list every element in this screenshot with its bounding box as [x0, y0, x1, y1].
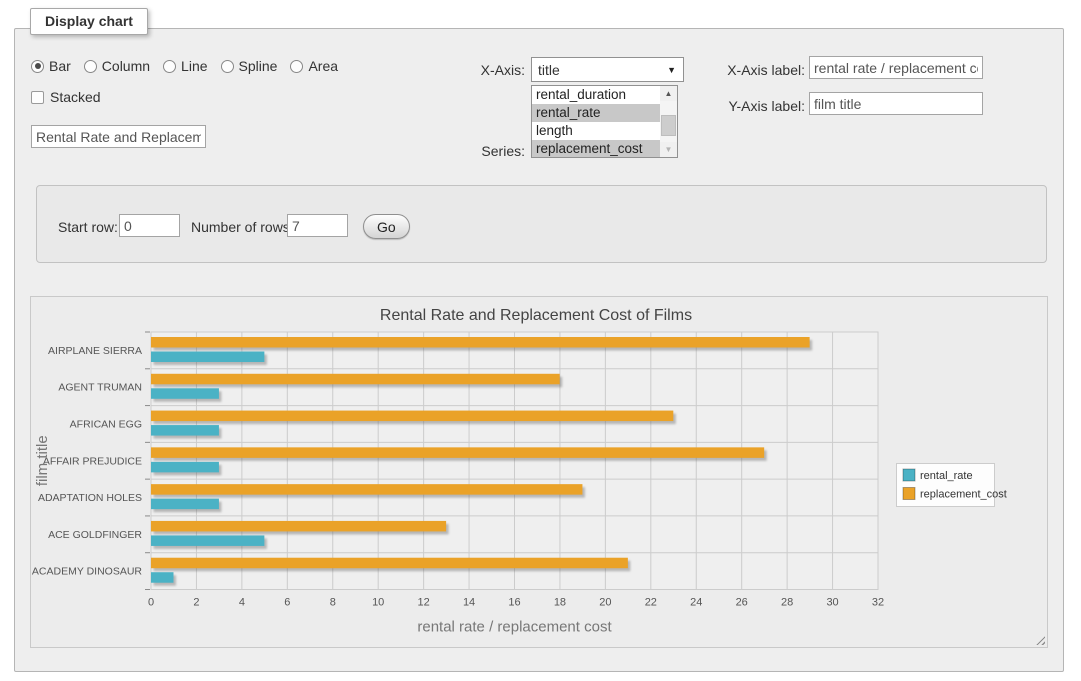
chart-type-option-label: Spline	[239, 58, 278, 74]
series-option-rental_duration[interactable]: rental_duration	[532, 86, 660, 104]
number-of-rows-label: Number of rows:	[191, 219, 294, 235]
x-tick-label: 32	[872, 597, 884, 609]
x-tick-label: 28	[781, 597, 793, 609]
chart-title: Rental Rate and Replacement Cost of Film…	[380, 307, 692, 324]
bar-rental_rate	[151, 572, 173, 583]
x-tick-label: 0	[148, 597, 154, 609]
start-row-input[interactable]	[119, 214, 180, 237]
chart-container: AIRPLANE SIERRA AGENT TRUMAN AFRICAN EGG AF…	[30, 296, 1048, 648]
legend-label-replacement_cost: replacement_cost	[920, 489, 1007, 501]
x-axis-select[interactable]: title ▼	[531, 57, 684, 82]
go-button[interactable]: Go	[363, 214, 410, 239]
chart-type-option-label: Area	[308, 58, 338, 74]
x-tick-label: 24	[690, 597, 702, 609]
x-tick-label: 4	[239, 597, 245, 609]
x-axis-title: rental rate / replacement cost	[417, 619, 612, 636]
series-options: rental_durationrental_ratelengthreplacem…	[532, 86, 677, 158]
category-label: ACE GOLDFINGER	[48, 529, 142, 541]
series-option-rental_rate[interactable]: rental_rate	[532, 104, 660, 122]
category-label: AFRICAN EGG	[70, 418, 142, 430]
legend-swatch-rental_rate	[903, 469, 915, 481]
category-label: ACADEMY DINOSAUR	[32, 566, 142, 578]
bar-chart-svg: AIRPLANE SIERRA AGENT TRUMAN AFRICAN EGG AF…	[31, 297, 1047, 647]
x-axis-select-value: title	[538, 62, 560, 78]
x-tick-label: 20	[599, 597, 611, 609]
stacked-option[interactable]: Stacked	[31, 89, 101, 105]
legend-swatch-replacement_cost	[903, 488, 915, 500]
x-tick-label: 30	[826, 597, 838, 609]
category-label: AFFAIR PREJUDICE	[43, 455, 142, 467]
bar-replacement_cost	[151, 337, 810, 348]
x-tick-label: 18	[554, 597, 566, 609]
x-axis-label-field-label: X-Axis label:	[713, 62, 805, 78]
number-of-rows-input[interactable]	[287, 214, 348, 237]
y-axis-title: film title	[34, 435, 51, 486]
x-tick-label: 2	[193, 597, 199, 609]
bar-rental_rate	[151, 425, 219, 436]
chart-title-input[interactable]	[31, 125, 206, 148]
category-label: ADAPTATION HOLES	[38, 492, 142, 504]
x-tick-label: 8	[330, 597, 336, 609]
fieldset-legend: Display chart	[30, 8, 148, 35]
chart-type-option-spline[interactable]: Spline	[221, 58, 278, 74]
chart-type-option-column[interactable]: Column	[84, 58, 150, 74]
start-row-label: Start row:	[58, 219, 118, 235]
x-tick-label: 16	[508, 597, 520, 609]
radio-icon[interactable]	[84, 60, 97, 73]
scrollbar-thumb[interactable]	[661, 115, 676, 136]
chart-type-radios: Bar Column Line Spline Area	[31, 58, 338, 74]
bar-replacement_cost	[151, 411, 673, 422]
series-multiselect[interactable]: rental_durationrental_ratelengthreplacem…	[531, 85, 678, 158]
bar-replacement_cost	[151, 374, 560, 385]
chart-type-option-label: Bar	[49, 58, 71, 74]
bar-rental_rate	[151, 388, 219, 399]
chart-type-option-bar[interactable]: Bar	[31, 58, 71, 74]
category-label: AGENT TRUMAN	[58, 382, 142, 394]
series-option-replacement_cost[interactable]: replacement_cost	[532, 140, 660, 158]
bar-rental_rate	[151, 535, 264, 546]
series-scrollbar[interactable]: ▲ ▼	[660, 86, 677, 157]
chart-type-option-area[interactable]: Area	[290, 58, 338, 74]
bar-rental_rate	[151, 462, 219, 473]
row-range-panel: Start row: Number of rows: Go	[36, 185, 1047, 263]
y-axis-label-field-label: Y-Axis label:	[713, 98, 805, 114]
y-axis-label-input[interactable]	[809, 92, 983, 115]
radio-icon[interactable]	[31, 60, 44, 73]
category-label: AIRPLANE SIERRA	[48, 345, 142, 357]
chevron-down-icon: ▼	[667, 66, 676, 75]
bar-replacement_cost	[151, 484, 582, 495]
radio-icon[interactable]	[163, 60, 176, 73]
x-tick-label: 12	[418, 597, 430, 609]
x-tick-label: 22	[645, 597, 657, 609]
bar-replacement_cost	[151, 447, 764, 458]
series-list-label: Series:	[450, 143, 525, 159]
bar-rental_rate	[151, 352, 264, 363]
legend-label-rental_rate: rental_rate	[920, 470, 973, 482]
chart-type-option-line[interactable]: Line	[163, 58, 207, 74]
bar-rental_rate	[151, 499, 219, 510]
bar-replacement_cost	[151, 558, 628, 569]
bar-replacement_cost	[151, 521, 446, 532]
stacked-checkbox[interactable]	[31, 91, 44, 104]
x-axis-select-label: X-Axis:	[455, 62, 525, 78]
chart-type-option-label: Column	[102, 58, 150, 74]
radio-icon[interactable]	[290, 60, 303, 73]
scroll-up-icon[interactable]: ▲	[660, 86, 677, 101]
stacked-label: Stacked	[50, 89, 101, 105]
radio-icon[interactable]	[221, 60, 234, 73]
chart-legend: rental_rate replacement_cost	[897, 464, 1007, 507]
x-tick-label: 10	[372, 597, 384, 609]
x-tick-label: 26	[736, 597, 748, 609]
chart-type-option-label: Line	[181, 58, 207, 74]
x-tick-label: 14	[463, 597, 475, 609]
x-tick-label: 6	[284, 597, 290, 609]
scroll-down-icon[interactable]: ▼	[660, 142, 677, 157]
series-option-length[interactable]: length	[532, 122, 660, 140]
x-axis-label-input[interactable]	[809, 56, 983, 79]
